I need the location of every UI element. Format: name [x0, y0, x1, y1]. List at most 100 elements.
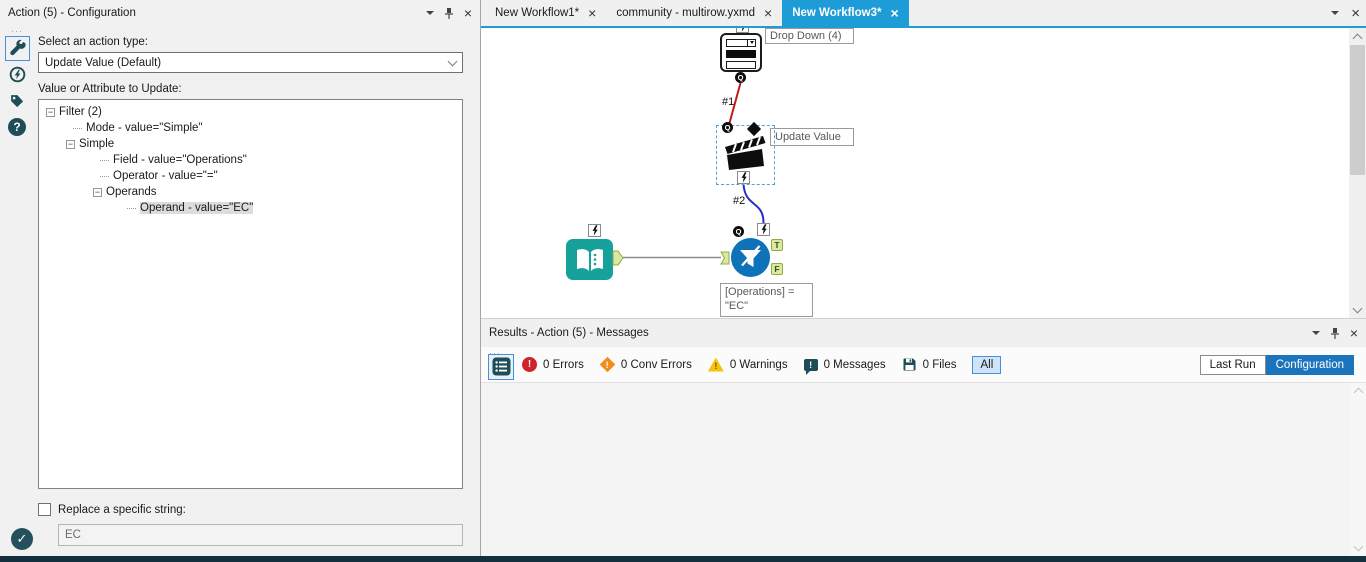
connection-blue[interactable] — [742, 183, 765, 224]
error-icon: ! — [522, 357, 537, 372]
results-toolbar: ··· ! 0 Errors ! 0 Conv Errors ! 0 Warni… — [481, 347, 1366, 383]
tree-item-operands[interactable]: − Operands — [39, 184, 462, 200]
lightning-circle-icon — [9, 66, 25, 83]
tree-guide — [127, 207, 136, 209]
tree-item-operand[interactable]: Operand - value="EC" — [39, 200, 462, 216]
true-output-anchor[interactable]: T — [771, 239, 783, 251]
tab-bar-close-icon[interactable]: × — [1351, 6, 1360, 21]
chevron-down-icon — [447, 56, 458, 66]
results-panel: Results - Action (5) - Messages × ··· ! … — [481, 318, 1366, 556]
annotation-tab-button[interactable] — [5, 88, 30, 113]
workflow-tab-bar: New Workflow1* × community - multirow.yx… — [481, 0, 1366, 26]
pin-icon[interactable] — [444, 7, 454, 20]
conv-errors-filter[interactable]: ! 0 Conv Errors — [599, 356, 692, 373]
results-message-area[interactable] — [481, 383, 1366, 556]
tab-close-icon[interactable]: × — [890, 6, 898, 20]
configuration-panel: Action (5) - Configuration × ··· ? Selec… — [0, 0, 481, 556]
tab-new-workflow1[interactable]: New Workflow1* × — [485, 0, 606, 26]
scroll-down-button[interactable] — [1350, 540, 1366, 556]
question-icon: ? — [8, 117, 26, 136]
all-filter-button[interactable]: All — [972, 355, 1002, 374]
conv-error-icon: ! — [599, 356, 616, 373]
filter-annotation[interactable]: [Operations] = "EC" — [720, 283, 813, 317]
book-icon — [576, 248, 603, 271]
lightning-anchor[interactable] — [757, 223, 770, 236]
tree-item-filter[interactable]: − Filter (2) — [39, 104, 462, 120]
warning-icon: ! — [707, 357, 724, 372]
close-icon[interactable]: × — [1350, 326, 1358, 340]
results-title: Results - Action (5) - Messages — [489, 327, 649, 339]
apply-button[interactable]: ✓ — [11, 528, 33, 550]
scroll-up-button[interactable] — [1350, 383, 1366, 399]
configuration-view-button[interactable]: Configuration — [1265, 354, 1354, 375]
attribute-tree: − Filter (2) Mode - value="Simple" − Simpl… — [38, 99, 463, 489]
tree-guide — [100, 175, 109, 177]
lightning-icon — [741, 172, 747, 183]
workflow-area: New Workflow1* × community - multirow.yx… — [481, 0, 1366, 556]
last-run-button[interactable]: Last Run — [1199, 354, 1266, 375]
workflow-canvas[interactable]: Q Drop Down (4) #1 Q Update Value #2 Q T… — [481, 28, 1366, 318]
messages-filter[interactable]: ! 0 Messages — [803, 358, 886, 375]
drop-down-tool[interactable] — [720, 33, 762, 72]
update-value-annotation[interactable]: Update Value — [770, 128, 854, 146]
collapse-icon[interactable]: − — [46, 107, 55, 117]
close-icon[interactable]: × — [464, 6, 472, 20]
action-config-form: Select an action type: Update Value (Def… — [38, 36, 463, 546]
action-tool-icon[interactable] — [721, 132, 769, 172]
toolbar-grip: ··· — [11, 26, 23, 36]
tab-new-workflow3[interactable]: New Workflow3* × — [782, 0, 909, 26]
tab-close-icon[interactable]: × — [764, 6, 772, 20]
canvas-scrollbar[interactable] — [1349, 28, 1366, 318]
lightning-anchor[interactable] — [588, 224, 601, 237]
tag-icon — [11, 94, 24, 107]
action-type-select[interactable]: Update Value (Default) — [38, 52, 463, 73]
wrench-icon — [9, 39, 26, 56]
tab-list-icon[interactable] — [1331, 11, 1340, 15]
lightning-icon — [741, 28, 744, 32]
scroll-up-button[interactable] — [1349, 28, 1366, 45]
tab-close-icon[interactable]: × — [588, 6, 596, 20]
filter-tool[interactable] — [731, 238, 770, 277]
drop-down-annotation[interactable]: Drop Down (4) — [765, 28, 854, 44]
tree-label: Value or Attribute to Update: — [38, 83, 182, 95]
tree-item-operator[interactable]: Operator - value="=" — [39, 168, 462, 184]
configuration-panel-header: Action (5) - Configuration × — [0, 0, 480, 26]
question-anchor[interactable]: Q — [733, 226, 744, 237]
message-icon: ! — [803, 358, 818, 375]
scrollbar-thumb[interactable] — [1350, 45, 1365, 175]
output-anchor[interactable] — [612, 250, 624, 266]
input-anchor[interactable] — [720, 251, 730, 265]
lightning-icon — [761, 224, 767, 235]
results-scrollbar[interactable] — [1350, 383, 1366, 556]
panel-menu-icon[interactable] — [425, 11, 434, 15]
configuration-tab-button[interactable] — [4, 36, 30, 61]
question-anchor[interactable]: Q — [735, 72, 746, 83]
lightning-anchor[interactable] — [736, 28, 749, 33]
scroll-down-button[interactable] — [1349, 301, 1366, 318]
tree-item-field[interactable]: Field - value="Operations" — [39, 152, 462, 168]
warnings-filter[interactable]: ! 0 Warnings — [707, 357, 788, 372]
connection-label-1: #1 — [722, 96, 735, 108]
lightning-icon — [592, 225, 598, 236]
tab-community-multirow[interactable]: community - multirow.yxmd × — [606, 0, 782, 26]
pin-icon[interactable] — [1330, 327, 1340, 340]
text-input-tool[interactable] — [566, 239, 613, 280]
collapse-icon[interactable]: − — [93, 187, 102, 197]
test-tab-button[interactable] — [5, 62, 30, 87]
tree-item-mode[interactable]: Mode - value="Simple" — [39, 120, 462, 136]
replace-string-checkbox[interactable] — [38, 503, 51, 516]
replace-string-input[interactable] — [58, 524, 463, 546]
connection-label-2: #2 — [733, 195, 746, 207]
collapse-icon[interactable]: − — [66, 139, 75, 149]
panel-menu-icon[interactable] — [1311, 331, 1320, 335]
files-filter[interactable]: 0 Files — [902, 357, 956, 372]
tree-item-simple[interactable]: − Simple — [39, 136, 462, 152]
file-icon — [903, 358, 916, 371]
lightning-anchor[interactable] — [737, 171, 750, 184]
replace-string-label: Replace a specific string: — [58, 503, 186, 516]
errors-filter[interactable]: ! 0 Errors — [522, 357, 584, 372]
false-output-anchor[interactable]: F — [771, 263, 783, 275]
question-anchor[interactable]: Q — [722, 122, 733, 133]
tree-guide — [73, 127, 82, 129]
help-tab-button[interactable]: ? — [5, 114, 30, 139]
